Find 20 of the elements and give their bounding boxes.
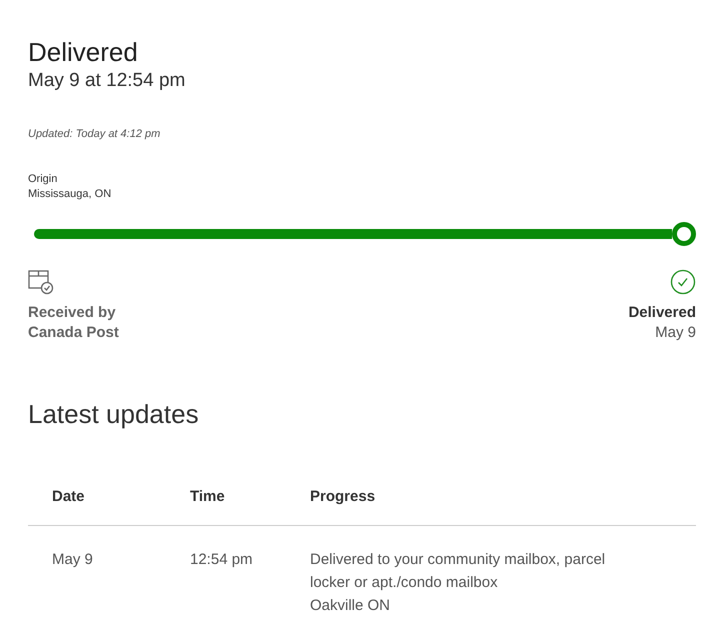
table-cell-text: 12:54 pm (190, 550, 254, 570)
start-milestone: Canada Post (28, 323, 119, 343)
origin-label: Origin (28, 172, 58, 187)
check-circle-icon (670, 269, 696, 295)
start-milestone: Received by (28, 303, 117, 323)
table-cell-text: Oakville ON (310, 596, 392, 616)
table-cell-text: May 9 (52, 550, 94, 570)
end-milestone-date: May 9 (655, 323, 696, 343)
status-title: Delivered (28, 36, 139, 68)
updated-text: Updated: Today at 4:12 pm (28, 128, 162, 140)
end-milestone-title: Delivered (628, 303, 696, 323)
column-header: Date (52, 488, 86, 505)
delivery-datetime: May 9 at 12:54 pm (28, 69, 186, 93)
progress-end-dot (672, 222, 696, 246)
package-check-icon (28, 269, 54, 295)
column-header: Time (190, 488, 226, 505)
section-heading: Latest updates (28, 399, 200, 430)
column-header: Progress (310, 488, 376, 505)
origin-place: Mississauga, ON (28, 187, 112, 202)
table-cell-text: Delivered to your community mailbox, parcel locker or apt./condo mailbox (310, 550, 606, 593)
